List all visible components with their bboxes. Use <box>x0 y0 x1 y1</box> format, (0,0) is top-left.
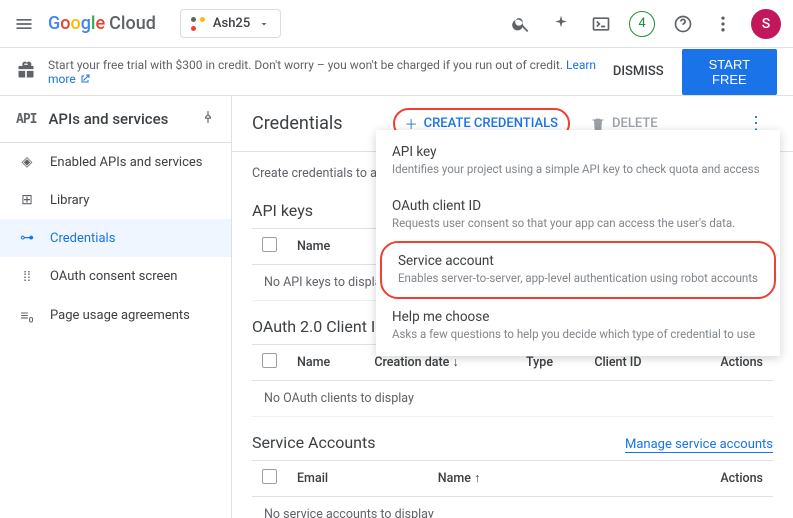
sidebar-item-credentials[interactable]: ⊶ Credentials <box>0 219 231 257</box>
promo-text: Start your free trial with $300 in credi… <box>48 58 601 86</box>
dd-help-me-choose[interactable]: Help me choose Asks a few questions to h… <box>376 299 780 353</box>
sa-empty: No service accounts to display <box>252 497 773 518</box>
sidebar-item-page-usage[interactable]: ≡₀ Page usage agreements <box>0 296 231 335</box>
sidebar-item-oauth-consent[interactable]: ⁞⁞ OAuth consent screen <box>0 257 231 296</box>
project-name: Ash25 <box>213 16 250 31</box>
sidebar-item-library[interactable]: ⊞ Library <box>0 181 231 219</box>
kebab-icon[interactable] <box>711 12 735 36</box>
sa-title: Service Accounts <box>252 433 375 452</box>
select-all-checkbox[interactable] <box>262 353 277 368</box>
create-credentials-dropdown: API key Identifies your project using a … <box>376 130 780 356</box>
project-dots-icon <box>191 17 205 31</box>
pin-icon[interactable] <box>201 110 215 128</box>
library-icon: ⊞ <box>18 192 36 208</box>
sidebar-title: APIs and services <box>48 110 189 128</box>
promo-banner: Start your free trial with $300 in credi… <box>0 48 793 96</box>
chevron-down-icon <box>258 18 270 30</box>
sidebar-item-enabled-apis[interactable]: ◈ Enabled APIs and services <box>0 143 231 181</box>
usage-icon: ≡₀ <box>18 307 36 324</box>
menu-icon[interactable] <box>12 12 36 36</box>
select-all-checkbox[interactable] <box>262 469 277 484</box>
help-icon[interactable] <box>671 12 695 36</box>
cloud-shell-icon[interactable] <box>589 12 613 36</box>
sidebar-header: API APIs and services <box>0 96 231 143</box>
consent-icon: ⁞⁞ <box>18 268 36 285</box>
dd-service-account[interactable]: Service account Enables server-to-server… <box>380 241 776 299</box>
dd-api-key[interactable]: API key Identifies your project using a … <box>376 134 780 188</box>
arrow-up-icon: ↑ <box>474 471 480 486</box>
project-picker[interactable]: Ash25 <box>180 9 281 38</box>
notifications-badge[interactable]: 4 <box>629 11 655 37</box>
arrow-down-icon: ↓ <box>452 355 458 370</box>
api-logo-icon: API <box>16 112 36 127</box>
dismiss-button[interactable]: DISMISS <box>613 64 664 79</box>
topbar-right: 4 S <box>509 9 781 39</box>
gcp-logo[interactable]: Google Cloud <box>48 13 156 34</box>
key-icon: ⊶ <box>18 230 36 246</box>
manage-sa-link[interactable]: Manage service accounts <box>625 437 773 453</box>
select-all-checkbox[interactable] <box>262 237 277 252</box>
start-free-button[interactable]: START FREE <box>682 49 777 95</box>
sa-table: Email Name ↑ Actions No service accounts… <box>252 460 773 518</box>
sparkle-icon[interactable] <box>549 12 573 36</box>
dd-oauth-client[interactable]: OAuth client ID Requests user consent so… <box>376 188 780 242</box>
sidebar: API APIs and services ◈ Enabled APIs and… <box>0 96 232 518</box>
search-icon[interactable] <box>509 12 533 36</box>
page-title: Credentials <box>252 113 343 134</box>
topbar: Google Cloud Ash25 4 S <box>0 0 793 48</box>
logo-cloud-text: Cloud <box>109 13 156 34</box>
oauth-empty: No OAuth clients to display <box>252 381 773 417</box>
diamond-icon: ◈ <box>18 154 36 170</box>
gift-icon <box>16 60 36 83</box>
avatar[interactable]: S <box>751 9 781 39</box>
